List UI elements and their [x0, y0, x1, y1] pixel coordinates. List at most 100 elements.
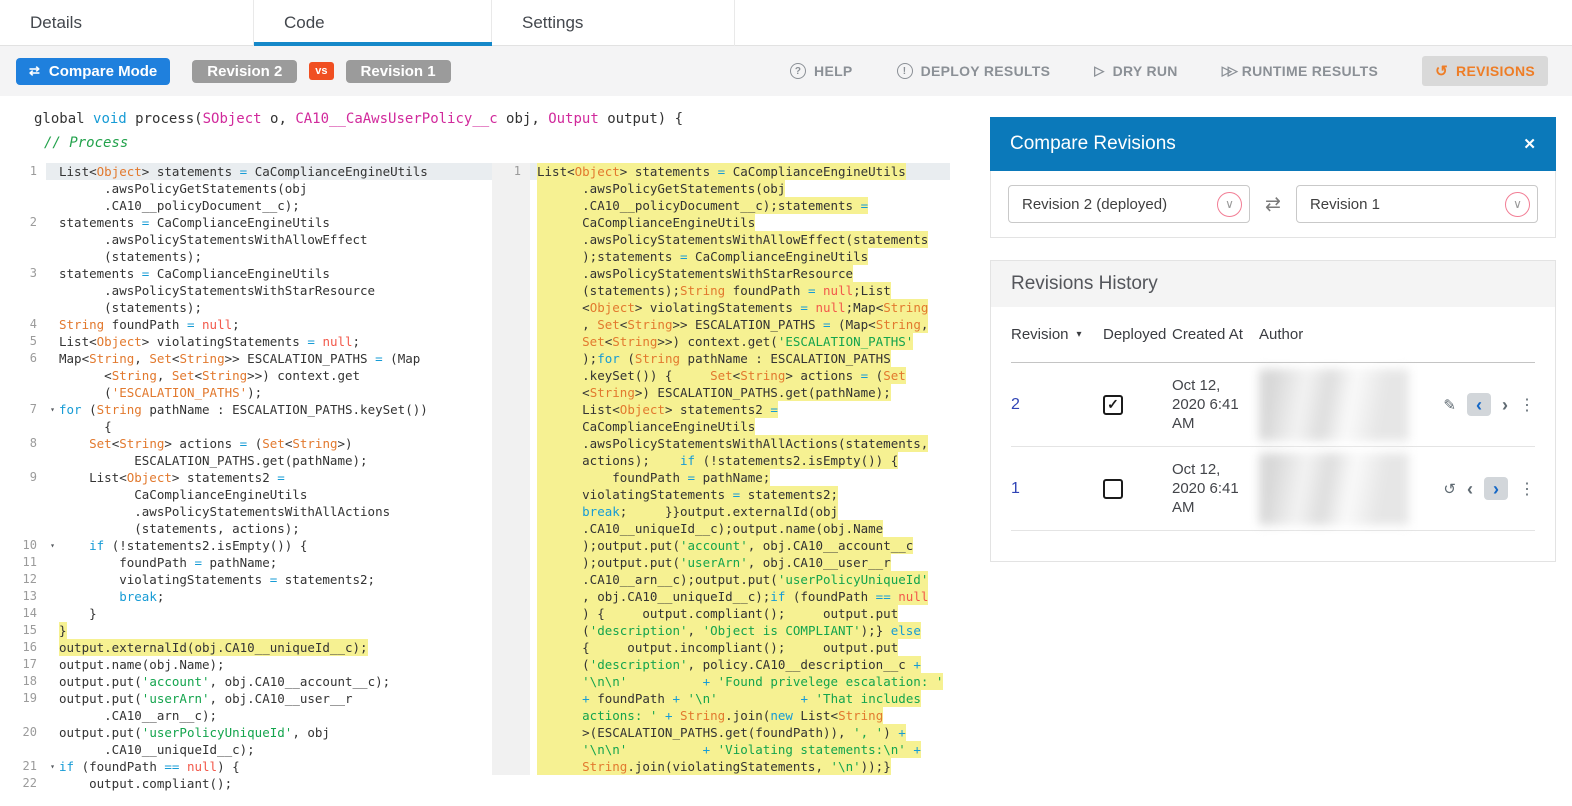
- code-line: , Set<String>> ESCALATION_PATHS = (Map<S…: [492, 316, 950, 333]
- code-text: actions); if (!statements2.isEmpty()) {: [537, 452, 898, 469]
- fold-gutter: [46, 197, 59, 214]
- fold-gutter: [46, 248, 59, 265]
- code-text: .awsPolicyStatementsWithAllActions(state…: [537, 435, 928, 452]
- code-text: List<Object> statements = CaComplianceEn…: [537, 163, 906, 180]
- code-text: (statements);String foundPath = null;Lis…: [537, 282, 891, 299]
- help-button[interactable]: ? HELP: [790, 63, 853, 79]
- line-number: [492, 299, 530, 316]
- line-number: [0, 282, 46, 299]
- line-number: [0, 231, 46, 248]
- line-number: 3: [0, 265, 46, 282]
- code-line: (statements);: [0, 299, 492, 316]
- line-number: 14: [0, 605, 46, 622]
- code-text: (statements);: [59, 299, 202, 316]
- line-number: 11: [0, 554, 46, 571]
- line-number: [492, 707, 530, 724]
- code-line: );output.put('account', obj.CA10__accoun…: [492, 537, 950, 554]
- tab-settings[interactable]: Settings: [492, 0, 735, 46]
- code-text: output.put('userPolicyUniqueId', obj: [59, 724, 330, 741]
- fast-forward-icon: ▷▷: [1222, 63, 1234, 79]
- line-number: [492, 265, 530, 282]
- code-text: }: [59, 605, 97, 622]
- fold-icon[interactable]: ▾: [46, 758, 59, 775]
- history-icon[interactable]: ↺: [1443, 480, 1456, 498]
- dry-run-button[interactable]: ▷ DRY RUN: [1094, 63, 1177, 79]
- swap-revisions-icon[interactable]: ⇄: [1265, 193, 1281, 216]
- fold-gutter: [46, 690, 59, 707]
- deployed-checkbox-unchecked[interactable]: [1103, 479, 1123, 499]
- revisions-history-title: Revisions History: [991, 261, 1555, 307]
- compare-revisions-body: Revision 2 (deployed) ∨ ⇄ Revision 1 ∨: [990, 171, 1556, 238]
- tab-code[interactable]: Code: [254, 0, 492, 46]
- line-number: [492, 231, 530, 248]
- code-text: List<Object> statements2 =: [537, 401, 778, 418]
- revision-link[interactable]: 2: [1011, 396, 1103, 414]
- code-line: .awsPolicyGetStatements(obj: [0, 180, 492, 197]
- fold-gutter: [530, 163, 537, 180]
- code-line: 2statements = CaComplianceEngineUtils: [0, 214, 492, 231]
- code-line: (statements);String foundPath = null;Lis…: [492, 282, 950, 299]
- line-number: [492, 520, 530, 537]
- fold-gutter: [46, 452, 59, 469]
- fold-gutter: [530, 248, 537, 265]
- deployed-checkbox-checked[interactable]: ✓: [1103, 395, 1123, 415]
- code-text: .awsPolicyGetStatements(obj: [59, 180, 307, 197]
- code-text: (statements);: [59, 248, 202, 265]
- fold-gutter: [530, 741, 537, 758]
- fold-gutter: [46, 554, 59, 571]
- edit-icon[interactable]: ✎: [1443, 396, 1456, 414]
- compare-mode-button[interactable]: ⇄ Compare Mode: [16, 58, 170, 85]
- code-line: 3statements = CaComplianceEngineUtils: [0, 265, 492, 282]
- code-line: ESCALATION_PATHS.get(pathName);: [0, 452, 492, 469]
- code-line: break; }}output.externalId(obj: [492, 503, 950, 520]
- runtime-results-button[interactable]: ▷▷ RUNTIME RESULTS: [1222, 63, 1378, 79]
- chev-left-icon[interactable]: ‹: [1467, 479, 1473, 499]
- revision-select-right[interactable]: Revision 1 ∨: [1296, 185, 1538, 223]
- revision-select-left[interactable]: Revision 2 (deployed) ∨: [1008, 185, 1250, 223]
- code-text: , Set<String>> ESCALATION_PATHS = (Map<S…: [537, 316, 928, 333]
- fold-icon[interactable]: ▾: [46, 401, 59, 418]
- line-number: [492, 571, 530, 588]
- tab-details[interactable]: Details: [0, 0, 254, 46]
- code-line: ('description', policy.CA10__description…: [492, 656, 950, 673]
- code-line: actions: ' + String.join(new List<String: [492, 707, 950, 724]
- created-at-cell: Oct 12, 2020 6:41 AM: [1172, 460, 1259, 517]
- chev-left-icon[interactable]: ‹: [1467, 393, 1491, 416]
- fold-gutter: [530, 639, 537, 656]
- fold-gutter: [530, 452, 537, 469]
- code-line: 13 break;: [0, 588, 492, 605]
- deploy-results-button[interactable]: ! DEPLOY RESULTS: [897, 63, 1051, 79]
- fold-gutter: [46, 180, 59, 197]
- code-text: .CA10__uniqueId__c);: [59, 741, 255, 758]
- code-line: 22 output.compliant();: [0, 775, 492, 792]
- line-number: 21: [0, 758, 46, 775]
- line-number: 19: [0, 690, 46, 707]
- chev-right-icon[interactable]: ›: [1502, 395, 1508, 415]
- column-header-deployed: Deployed: [1103, 326, 1172, 343]
- chev-right-icon[interactable]: ›: [1484, 477, 1508, 500]
- kebab-icon[interactable]: ⋮: [1519, 479, 1535, 499]
- revisions-button[interactable]: ↺ REVISIONS: [1422, 56, 1548, 86]
- code-line: 7▾for (String pathName : ESCALATION_PATH…: [0, 401, 492, 418]
- code-line: ('description', 'Object is COMPLIANT');}…: [492, 622, 950, 639]
- column-header-revision[interactable]: Revision ▾: [1011, 326, 1103, 343]
- revision-select-left-value: Revision 2 (deployed): [1022, 196, 1167, 213]
- revision-link[interactable]: 1: [1011, 480, 1103, 498]
- fold-gutter: [46, 639, 59, 656]
- code-text: output.put('account', obj.CA10__account_…: [59, 673, 390, 690]
- kebab-icon[interactable]: ⋮: [1519, 395, 1535, 415]
- fold-gutter: [530, 469, 537, 486]
- fold-gutter: [530, 656, 537, 673]
- line-number: [492, 282, 530, 299]
- code-text: String.join(violatingStatements, '\n'));…: [537, 758, 891, 775]
- fold-gutter: [530, 622, 537, 639]
- fold-gutter: [46, 486, 59, 503]
- code-text: }: [59, 622, 67, 639]
- revision-select-right-value: Revision 1: [1310, 196, 1380, 213]
- fold-icon[interactable]: ▾: [46, 537, 59, 554]
- fold-gutter: [46, 316, 59, 333]
- code-line: >(ESCALATION_PATHS.get(foundPath)), ', '…: [492, 724, 950, 741]
- fold-gutter: [46, 775, 59, 792]
- close-icon[interactable]: ✕: [1523, 135, 1536, 153]
- fold-gutter: [530, 282, 537, 299]
